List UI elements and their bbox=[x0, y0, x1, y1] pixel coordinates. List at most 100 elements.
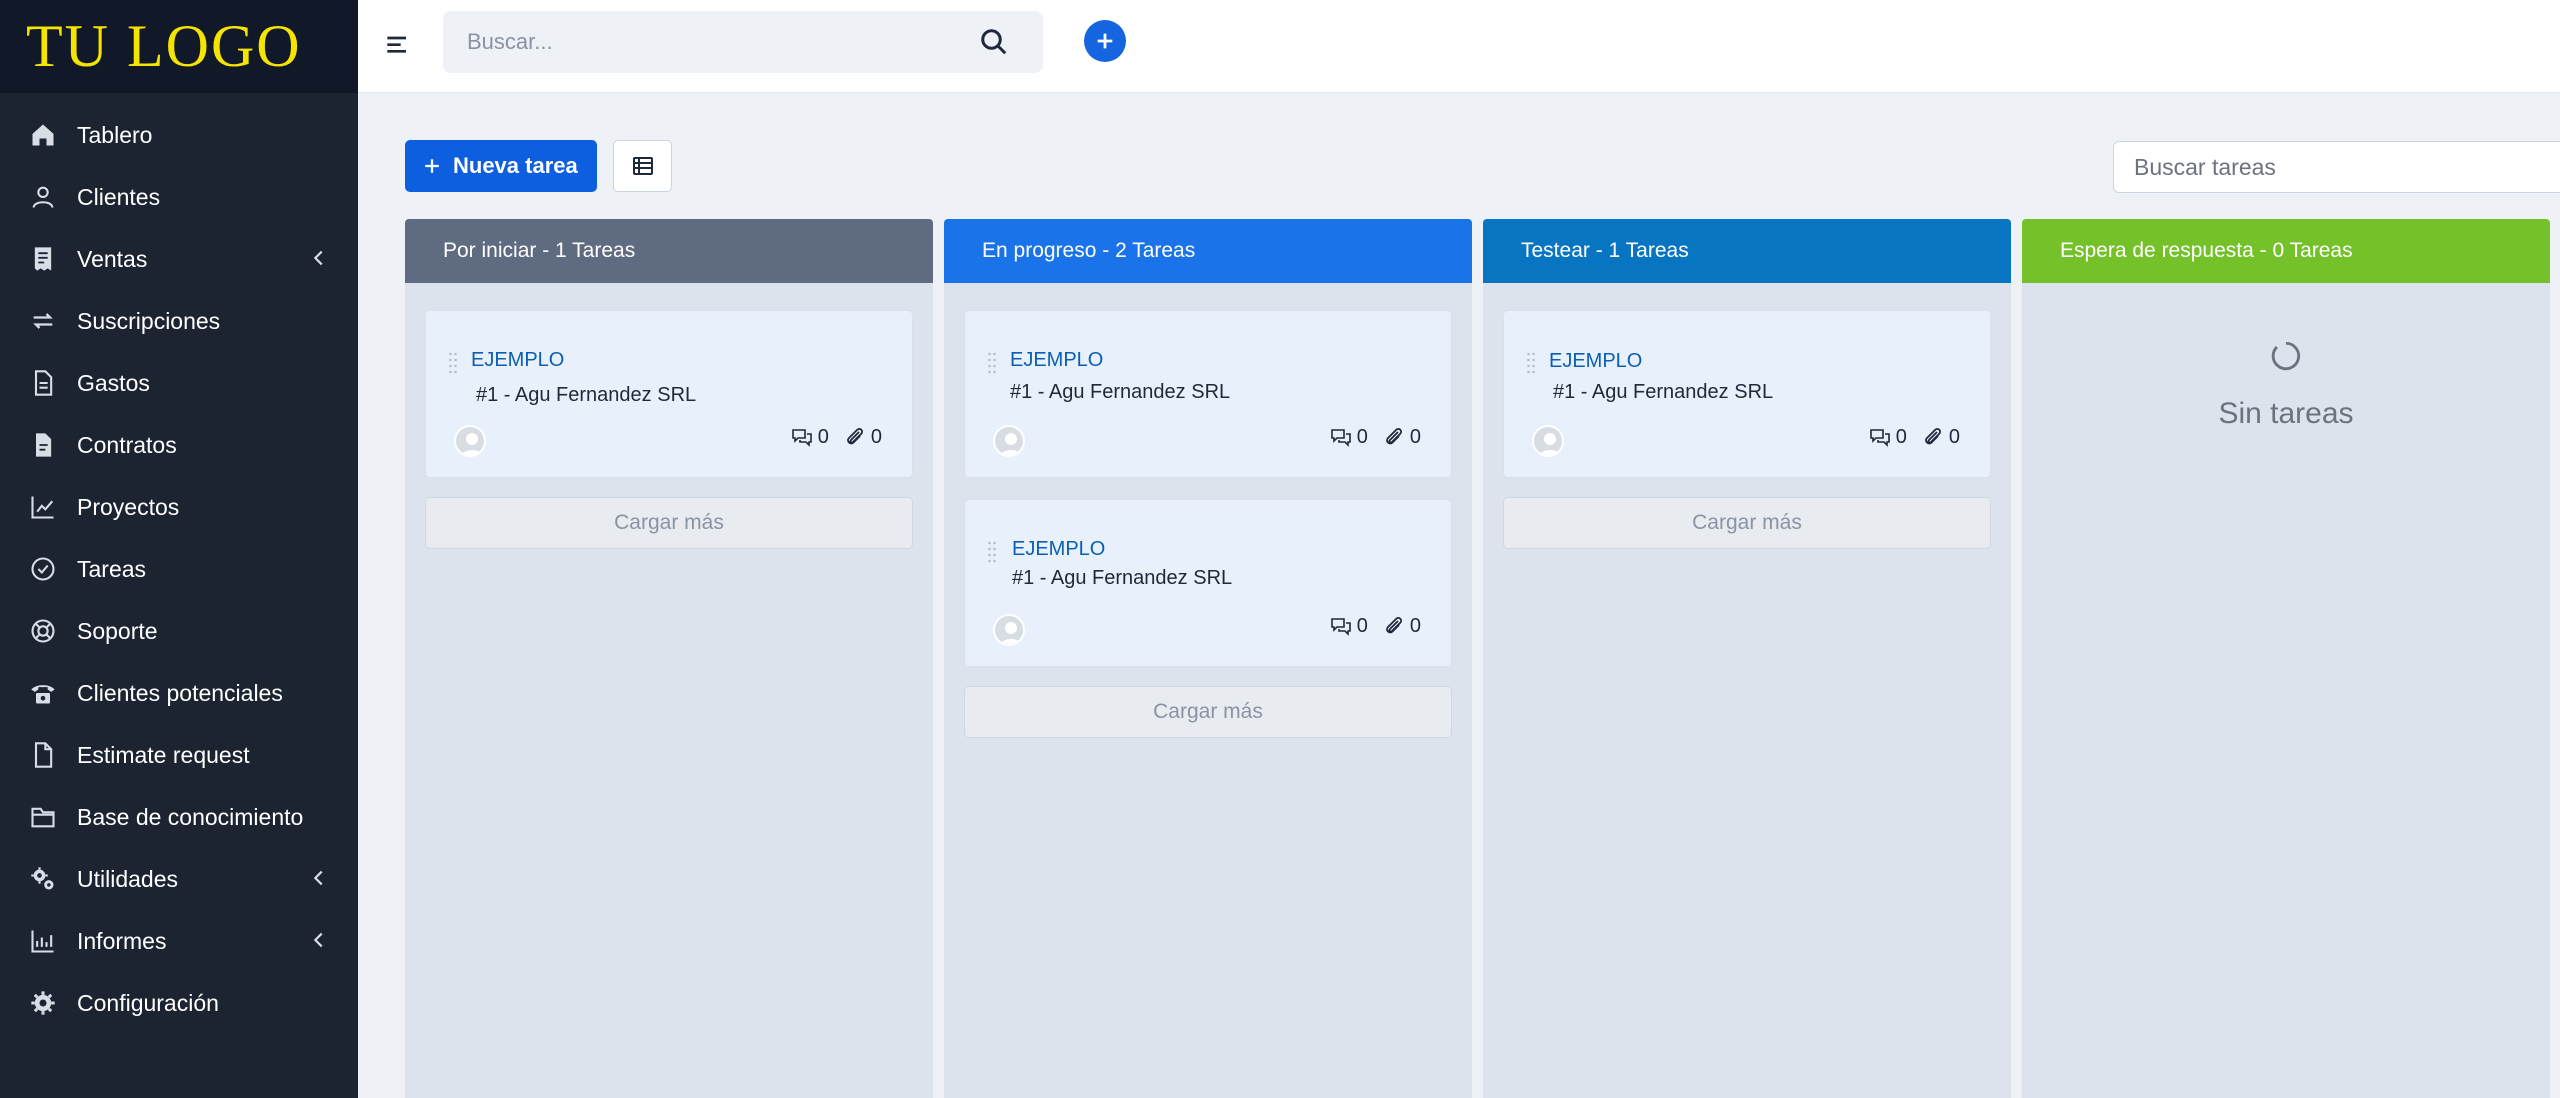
logo[interactable]: TU LOGO bbox=[26, 12, 302, 81]
search-input[interactable] bbox=[443, 11, 983, 73]
comments-icon bbox=[1869, 429, 1890, 447]
check-circle-icon bbox=[28, 554, 58, 584]
avatar bbox=[454, 425, 486, 457]
new-task-button[interactable]: Nueva tarea bbox=[405, 140, 597, 192]
task-title[interactable]: EJEMPLO bbox=[1012, 538, 1105, 561]
list-view-button[interactable] bbox=[613, 140, 672, 192]
chart-icon bbox=[28, 492, 58, 522]
task-meta: 0 0 bbox=[1329, 614, 1421, 638]
task-card[interactable]: EJEMPLO #1 - Agu Fernandez SRL 0 0 bbox=[964, 310, 1452, 478]
menu-toggle-icon[interactable] bbox=[382, 30, 414, 62]
task-meta: 0 0 bbox=[1329, 425, 1421, 449]
document-icon bbox=[28, 368, 58, 398]
drag-handle-icon[interactable] bbox=[448, 351, 458, 375]
column-title: En progreso - 2 Tareas bbox=[982, 239, 1196, 262]
home-icon bbox=[28, 120, 58, 150]
task-client: #1 - Agu Fernandez SRL bbox=[476, 384, 697, 406]
sidebar-item-label: Tablero bbox=[77, 121, 153, 148]
sidebar-item-clientes-potenciales[interactable]: Clientes potenciales bbox=[0, 662, 358, 724]
sidebar-item-tablero[interactable]: Tablero bbox=[0, 104, 358, 166]
file-icon bbox=[28, 740, 58, 770]
avatar bbox=[1532, 425, 1564, 457]
global-search bbox=[443, 11, 1043, 73]
avatar bbox=[993, 425, 1025, 457]
new-task-label: Nueva tarea bbox=[453, 153, 578, 178]
paperclip-icon bbox=[1386, 617, 1402, 634]
task-meta: 0 0 bbox=[1868, 425, 1960, 449]
sidebar-item-label: Ventas bbox=[77, 245, 148, 272]
load-more-button[interactable]: Cargar más bbox=[1503, 497, 1991, 549]
sidebar-nav: Tablero Clientes Ventas Suscripciones Ga… bbox=[0, 93, 358, 1034]
task-title[interactable]: EJEMPLO bbox=[471, 349, 564, 372]
sidebar-item-estimate-request[interactable]: Estimate request bbox=[0, 724, 358, 786]
sidebar-item-label: Clientes bbox=[77, 183, 161, 210]
column-header: Testear - 1 Tareas bbox=[1483, 219, 2011, 283]
task-card[interactable]: EJEMPLO #1 - Agu Fernandez SRL 0 0 bbox=[425, 310, 913, 478]
drag-handle-icon[interactable] bbox=[1526, 351, 1536, 375]
cogs-icon bbox=[28, 864, 58, 894]
sidebar-item-label: Configuración bbox=[77, 989, 219, 1016]
sidebar-item-proyectos[interactable]: Proyectos bbox=[0, 476, 358, 538]
sidebar-item-label: Tareas bbox=[77, 555, 147, 582]
paperclip-icon bbox=[847, 428, 863, 445]
task-title[interactable]: EJEMPLO bbox=[1549, 350, 1642, 373]
comments-count: 0 bbox=[1895, 425, 1907, 448]
column-header: En progreso - 2 Tareas bbox=[944, 219, 1472, 283]
comments-count: 0 bbox=[1356, 614, 1368, 637]
drag-handle-icon[interactable] bbox=[987, 351, 997, 375]
comments-count: 0 bbox=[817, 425, 829, 448]
kanban-column-testear: Testear - 1 Tareas EJEMPLO #1 - Agu Fern… bbox=[1483, 219, 2011, 1098]
lifebuoy-icon bbox=[28, 616, 58, 646]
column-title: Por iniciar - 1 Tareas bbox=[443, 239, 636, 262]
task-search-input[interactable] bbox=[2113, 141, 2560, 193]
sidebar-item-contratos[interactable]: Contratos bbox=[0, 414, 358, 476]
attachments-count: 0 bbox=[870, 425, 882, 448]
task-card[interactable]: EJEMPLO #1 - Agu Fernandez SRL 0 0 bbox=[964, 499, 1452, 667]
sidebar-item-ventas[interactable]: Ventas bbox=[0, 228, 358, 290]
sidebar-item-configuracion[interactable]: Configuración bbox=[0, 972, 358, 1034]
sidebar-item-label: Informes bbox=[77, 927, 167, 954]
sidebar-item-label: Soporte bbox=[77, 617, 158, 644]
column-title: Testear - 1 Tareas bbox=[1521, 239, 1689, 262]
load-more-button[interactable]: Cargar más bbox=[964, 686, 1452, 738]
chevron-left-icon bbox=[313, 932, 323, 948]
attachments-count: 0 bbox=[1948, 425, 1960, 448]
chevron-left-icon bbox=[313, 250, 323, 266]
sidebar-item-utilidades[interactable]: Utilidades bbox=[0, 848, 358, 910]
task-card[interactable]: EJEMPLO #1 - Agu Fernandez SRL 0 0 bbox=[1503, 310, 1991, 478]
drag-handle-icon[interactable] bbox=[987, 540, 997, 564]
attachments-count: 0 bbox=[1409, 425, 1421, 448]
empty-state-text: Sin tareas bbox=[2218, 397, 2354, 430]
sidebar-item-suscripciones[interactable]: Suscripciones bbox=[0, 290, 358, 352]
sidebar-item-clientes[interactable]: Clientes bbox=[0, 166, 358, 228]
phone-icon bbox=[28, 678, 58, 708]
paperclip-icon bbox=[1386, 428, 1402, 445]
table-list-icon bbox=[632, 157, 653, 175]
plus-icon bbox=[425, 159, 439, 173]
user-icon bbox=[28, 182, 58, 212]
refresh-icon bbox=[28, 306, 58, 336]
sidebar-item-informes[interactable]: Informes bbox=[0, 910, 358, 972]
sidebar-item-label: Suscripciones bbox=[77, 307, 221, 334]
load-more-button[interactable]: Cargar más bbox=[425, 497, 913, 549]
plus-icon bbox=[1097, 33, 1113, 49]
sidebar-item-gastos[interactable]: Gastos bbox=[0, 352, 358, 414]
sidebar-item-base-de-conocimiento[interactable]: Base de conocimiento bbox=[0, 786, 358, 848]
comments-count: 0 bbox=[1356, 425, 1368, 448]
task-title[interactable]: EJEMPLO bbox=[1010, 349, 1103, 372]
sidebar-item-label: Base de conocimiento bbox=[77, 803, 304, 830]
column-title: Espera de respuesta - 0 Tareas bbox=[2060, 239, 2353, 262]
receipt-icon bbox=[28, 244, 58, 274]
sidebar-item-label: Proyectos bbox=[77, 493, 180, 520]
quick-add-button[interactable] bbox=[1084, 20, 1126, 62]
task-meta: 0 0 bbox=[790, 425, 882, 449]
avatar bbox=[993, 614, 1025, 646]
column-header: Espera de respuesta - 0 Tareas bbox=[2022, 219, 2550, 283]
sidebar-item-tareas[interactable]: Tareas bbox=[0, 538, 358, 600]
paperclip-icon bbox=[1925, 428, 1941, 445]
search-icon[interactable] bbox=[979, 27, 1009, 57]
sidebar-item-label: Clientes potenciales bbox=[77, 679, 283, 706]
sidebar-item-label: Gastos bbox=[77, 369, 150, 396]
sidebar-item-soporte[interactable]: Soporte bbox=[0, 600, 358, 662]
kanban-column-por-iniciar: Por iniciar - 1 Tareas EJEMPLO #1 - Agu … bbox=[405, 219, 933, 1098]
